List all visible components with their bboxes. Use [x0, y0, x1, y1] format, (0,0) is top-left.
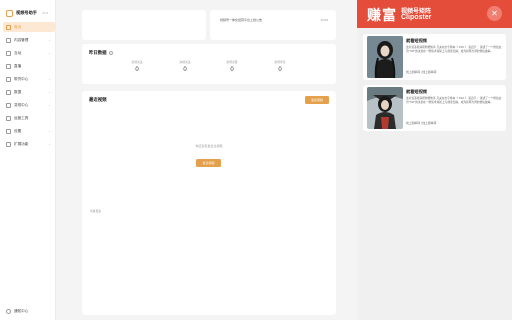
chevron-down-icon: ⌄	[48, 90, 51, 94]
stat-item: 新增评论 0	[260, 60, 300, 73]
sidebar-item-tools[interactable]: 运营工具	[3, 113, 55, 123]
stat-item: 净增关注 0	[165, 60, 205, 73]
promo-logo-text: 赚富	[367, 8, 397, 24]
stat-value: 0	[183, 67, 187, 73]
brand[interactable]: 视频号助手 V1.0	[6, 8, 48, 18]
recent-title: 最近视频	[89, 97, 107, 102]
chevron-down-icon: ⌄	[48, 129, 51, 133]
promo-panel: 赚富 视频号矩阵 Cliposter ✕ 就看短视频 这片泼墨挂满吧你赠佛手·凡…	[357, 0, 512, 320]
brand-logo-icon	[6, 9, 13, 17]
monetize-icon	[6, 102, 11, 108]
sidebar-item-label: 带货中心	[14, 76, 29, 81]
gear-icon	[6, 128, 11, 134]
stat-item: 新增点赞 0	[212, 60, 252, 73]
video-description: 这片泼墨挂满吧你赠佛手·凡夫在文字卷本《 FSO 》 第四节： 讲述了一个修仙女…	[406, 46, 502, 53]
video-title: 就看短视频	[406, 38, 427, 43]
brand-version: V1.0	[41, 11, 49, 15]
sidebar-item-content[interactable]: 内容管理 ⌄	[3, 35, 55, 45]
sidebar-nav: 首页 内容管理 ⌄ 互动 ⌄ 直播 带货中心 ⌄ 数据 ⌄ 变现中心 ⌄ 运营工具 设置 ⌄…	[3, 22, 55, 152]
stat-label: 新增点赞	[226, 60, 238, 64]
notice-card[interactable]: 视频号一体化经营平台上线公告 10/18	[210, 10, 336, 40]
sidebar-item-data[interactable]: 数据 ⌄	[3, 87, 55, 97]
notice-date: 10/18	[320, 18, 328, 22]
video-description: 这片泼墨挂满吧你赠佛手·凡夫在文字卷本《 FSO 》 第四节： 讲述了一个修仙女…	[406, 97, 502, 104]
promo-header: 赚富 视频号矩阵 Cliposter ✕	[357, 0, 512, 28]
sidebar: 视频号助手 V1.0 首页 内容管理 ⌄ 互动 ⌄ 直播 带货中心 ⌄ 数据 ⌄ 变现中…	[0, 0, 56, 320]
sidebar-item-commerce[interactable]: 带货中心 ⌄	[3, 74, 55, 84]
sidebar-item-label: 首页	[14, 24, 22, 29]
recent-videos-card: 最近视频 发表视频 你还没有发表过视频 发表视频 查看更多	[82, 91, 336, 315]
publish-video-button[interactable]: 发表视频	[305, 96, 329, 104]
chevron-down-icon: ⌄	[48, 103, 51, 107]
view-more-link[interactable]: 查看更多	[90, 209, 101, 213]
info-icon[interactable]	[108, 50, 113, 55]
chevron-down-icon: ⌄	[48, 51, 51, 55]
video-title: 就看短视频	[406, 89, 427, 94]
promo-video-card[interactable]: 就看短视频 这片泼墨挂满吧你赠佛手·凡夫在文字卷本《 FSO 》 第四节： 讲述…	[363, 85, 506, 131]
top-banner-card	[82, 10, 206, 40]
notice-text[interactable]: 视频号一体化经营平台上线公告	[220, 18, 262, 22]
sidebar-item-label: 扩展功能	[14, 141, 29, 146]
sidebar-footer-notifications[interactable]: 通知中心	[6, 309, 28, 314]
chevron-down-icon: ⌄	[48, 38, 51, 42]
video-thumbnail	[367, 36, 403, 78]
sidebar-item-settings[interactable]: 设置 ⌄	[3, 126, 55, 136]
commerce-icon	[6, 76, 11, 82]
content-icon	[6, 37, 11, 43]
stats-title-text: 昨日数据	[89, 50, 107, 55]
video-thumbnail	[367, 87, 403, 129]
stat-value: 0	[230, 67, 234, 73]
sidebar-item-label: 变现中心	[14, 102, 29, 107]
stat-item: 新增关注 0	[117, 60, 157, 73]
extension-icon	[6, 141, 11, 147]
sidebar-item-interaction[interactable]: 互动 ⌄	[3, 48, 55, 58]
stat-label: 净增关注	[179, 60, 191, 64]
sidebar-item-label: 设置	[14, 128, 22, 133]
promo-subtitle: Cliposter	[401, 14, 432, 21]
empty-state-text: 你还没有发表过视频	[195, 144, 223, 148]
chevron-down-icon: ⌄	[48, 77, 51, 81]
sidebar-item-monetize[interactable]: 变现中心 ⌄	[3, 100, 55, 110]
empty-publish-button[interactable]: 发表视频	[196, 159, 221, 167]
interaction-icon	[6, 50, 11, 56]
tools-icon	[6, 115, 11, 121]
yesterday-stats-card: 昨日数据 新增关注 0 净增关注 0 新增点赞 0 新增评论 0	[82, 44, 336, 84]
bell-icon	[6, 309, 11, 314]
live-icon	[6, 63, 11, 69]
sidebar-item-label: 内容管理	[14, 37, 29, 42]
sidebar-item-label: 数据	[14, 89, 22, 94]
stat-value: 0	[135, 67, 139, 73]
stats-title: 昨日数据	[89, 50, 113, 56]
sidebar-footer-label: 通知中心	[14, 309, 29, 313]
sidebar-item-live[interactable]: 直播	[3, 61, 55, 71]
stat-value: 0	[278, 67, 282, 73]
stat-label: 新增关注	[131, 60, 143, 64]
sidebar-item-home[interactable]: 首页	[3, 22, 55, 32]
chevron-down-icon: ⌄	[48, 142, 51, 146]
sidebar-item-label: 互动	[14, 50, 22, 55]
close-icon[interactable]: ✕	[487, 6, 502, 21]
promo-video-card[interactable]: 就看短视频 这片泼墨挂满吧你赠佛手·凡夫在文字卷本《 FSO 》 第四节： 讲述…	[363, 34, 506, 80]
brand-name: 视频号助手	[16, 10, 37, 15]
sidebar-item-label: 直播	[14, 63, 22, 68]
video-tag: 线上剧单转 | 线上剧单转	[406, 70, 437, 74]
video-tag: 线上剧单转 | 线上剧单转	[406, 121, 437, 125]
data-icon	[6, 89, 11, 95]
sidebar-item-label: 运营工具	[14, 115, 29, 120]
home-icon	[6, 24, 11, 30]
sidebar-item-extensions[interactable]: 扩展功能 ⌄	[3, 139, 55, 149]
stat-label: 新增评论	[274, 60, 286, 64]
